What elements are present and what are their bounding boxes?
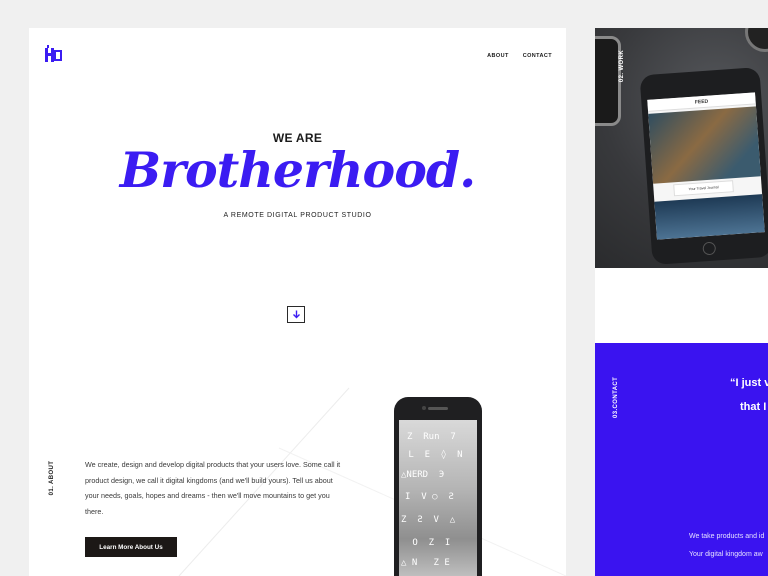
testimonial-quote-line: “I just v [730, 377, 768, 389]
hero-title: Brotherhood. [119, 141, 476, 199]
about-section-label: 01. ABOUT [49, 460, 55, 496]
top-nav: ABOUT CONTACT [487, 53, 552, 59]
learn-more-button[interactable]: Learn More About Us [85, 537, 177, 557]
work-section-label: 02. WORK [619, 49, 625, 83]
about-description: We create, design and develop digital pr… [85, 460, 341, 516]
nav-about-link[interactable]: ABOUT [487, 53, 509, 59]
brand-logo-icon[interactable] [44, 45, 62, 63]
nav-contact-link[interactable]: CONTACT [523, 53, 552, 59]
work-phone-mockup-image: FEED Your Travel Journal [639, 67, 768, 265]
contact-section-label: 03.CONTACT [613, 376, 619, 418]
testimonial-quote-line: that I [740, 401, 767, 413]
phone-mockup-image: Z Run 7 L E ◊ N △NERD Э I V ○ Ƨ Z Ƨ V △ … [394, 397, 482, 576]
hero-subtitle: A REMOTE DIGITAL PRODUCT STUDIO [223, 212, 372, 219]
contact-text-line: We take products and id [689, 533, 765, 540]
contact-text-line: Your digital kingdom aw [689, 551, 763, 558]
landing-card: ABOUT CONTACT WE ARE Brotherhood. A REMO… [29, 28, 566, 576]
divider-panel [595, 268, 768, 343]
scroll-down-button[interactable] [287, 306, 305, 323]
arrow-down-icon [292, 310, 300, 319]
